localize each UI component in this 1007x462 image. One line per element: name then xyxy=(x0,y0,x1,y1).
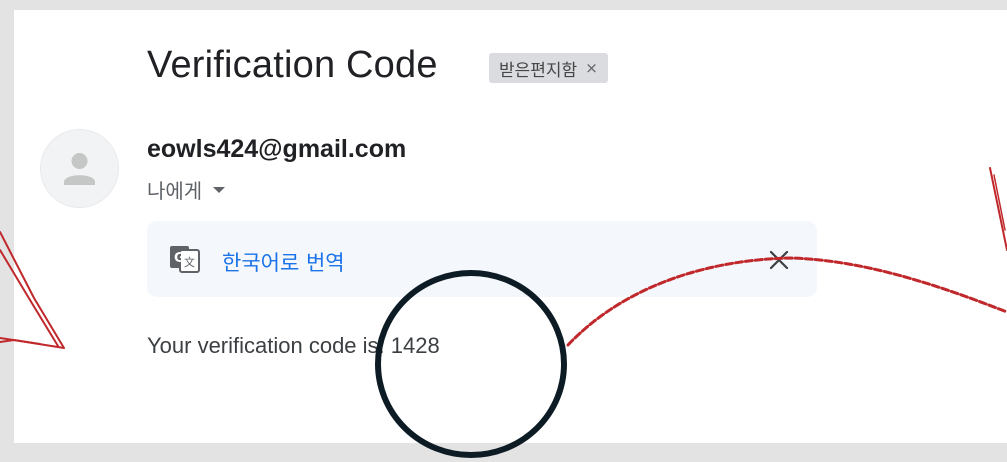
close-icon[interactable] xyxy=(769,250,789,270)
inbox-label-chip[interactable]: 받은편지함 × xyxy=(489,53,608,83)
email-body: Your verification code is: 1428 xyxy=(147,333,440,358)
google-translate-icon: G 文 xyxy=(170,246,200,273)
recipient-label: 나에게 xyxy=(147,179,203,203)
translate-to-korean-link[interactable]: 한국어로 번역 xyxy=(222,247,345,277)
caret-down-icon[interactable] xyxy=(212,185,226,195)
inbox-label-text: 받은편지함 xyxy=(499,60,578,81)
sender-email[interactable]: eowls424@gmail.com xyxy=(147,135,406,164)
avatar[interactable] xyxy=(40,129,119,208)
recipient-line[interactable]: 나에게 xyxy=(147,175,226,204)
email-subject: Verification Code xyxy=(147,44,438,86)
person-icon xyxy=(64,153,95,185)
translate-bar: G 文 한국어로 번역 xyxy=(147,221,817,297)
remove-label-button[interactable]: × xyxy=(585,59,598,77)
svg-text:文: 文 xyxy=(184,255,195,269)
